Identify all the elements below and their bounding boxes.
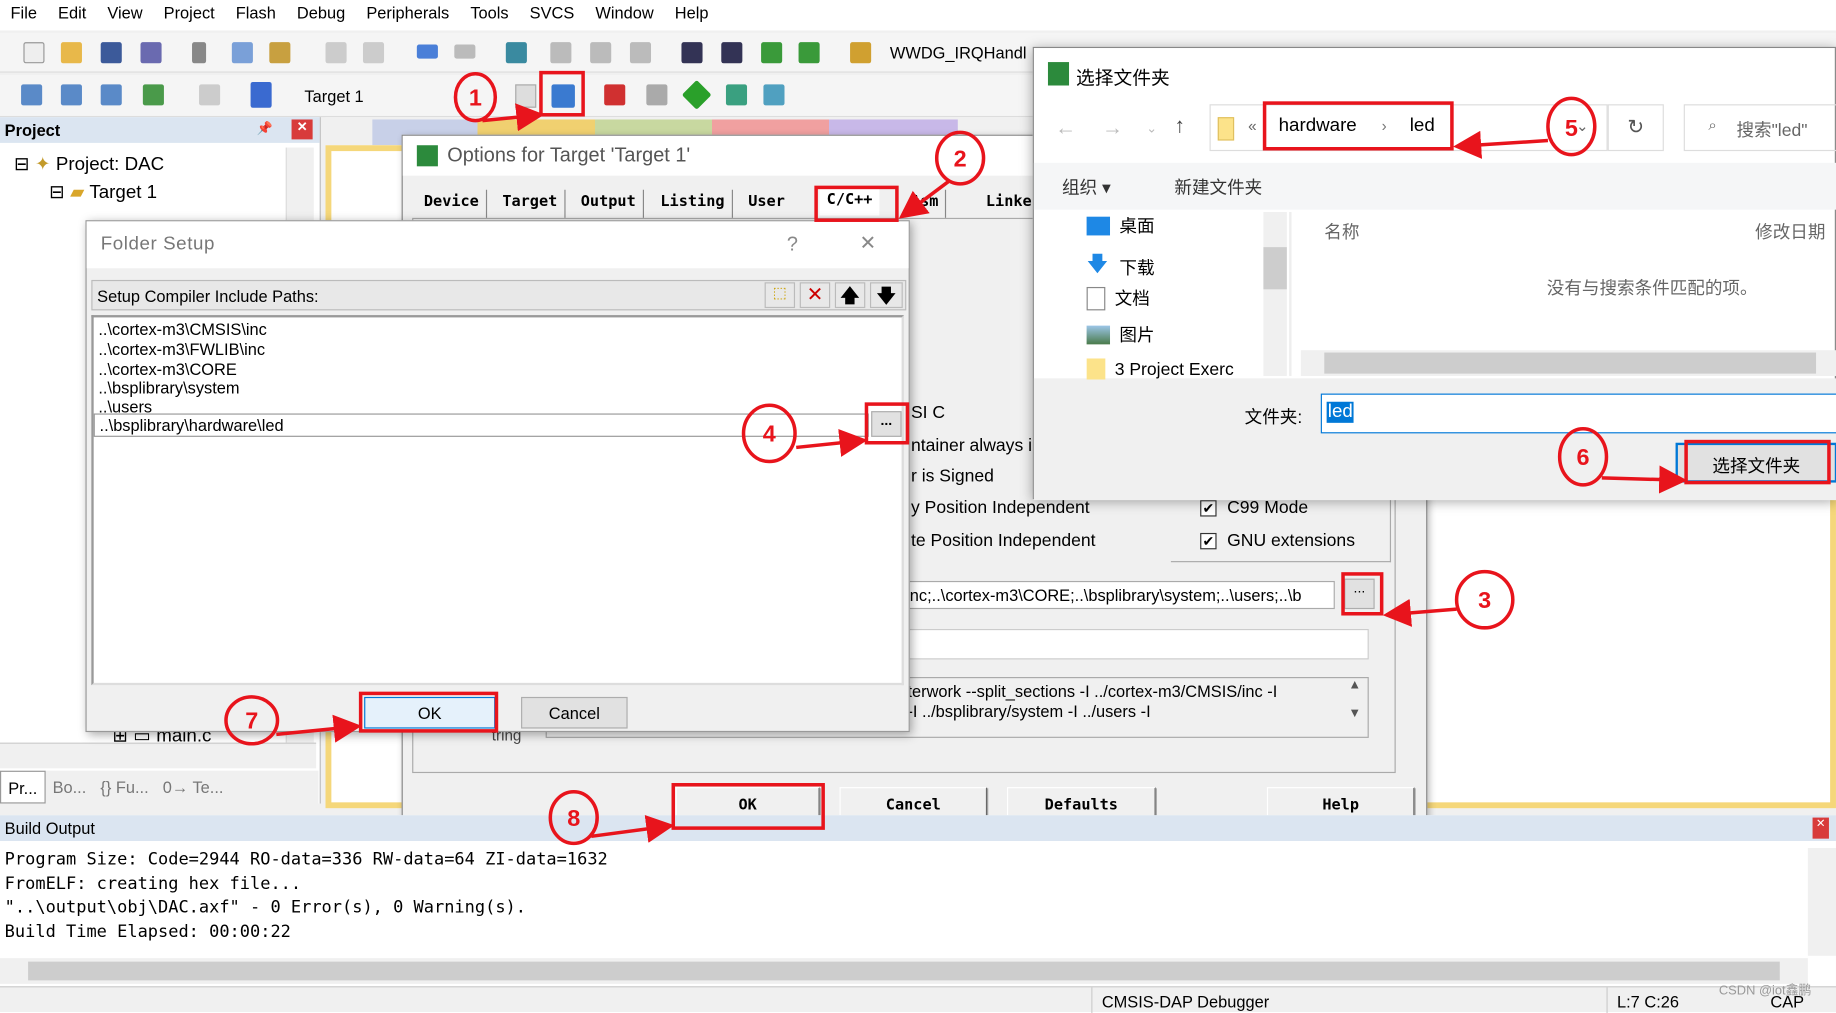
uvision-window: File Edit View Project Flash Debug Perip… [0, 0, 1836, 1013]
annotation-1: 1 [453, 70, 585, 132]
svg-text:8: 8 [567, 805, 580, 831]
svg-text:5: 5 [1565, 115, 1578, 141]
svg-text:3: 3 [1478, 587, 1491, 613]
svg-text:7: 7 [245, 708, 258, 734]
annotation-6: 6 [1557, 426, 1831, 494]
svg-text:4: 4 [763, 421, 776, 447]
annotation-2: 2 [814, 130, 986, 222]
annotation-7: 7 [224, 691, 499, 746]
annotation-5: 5 [1262, 96, 1597, 159]
annotation-4: 4 [741, 402, 910, 464]
svg-text:1: 1 [469, 84, 482, 110]
annotation-overlay: 1 2 3 4 5 6 7 8 [224, 70, 1831, 846]
svg-text:2: 2 [954, 145, 967, 171]
svg-text:6: 6 [1577, 444, 1590, 470]
annotation-3: 3 [1341, 569, 1515, 630]
annotation-8: 8 [548, 783, 825, 846]
